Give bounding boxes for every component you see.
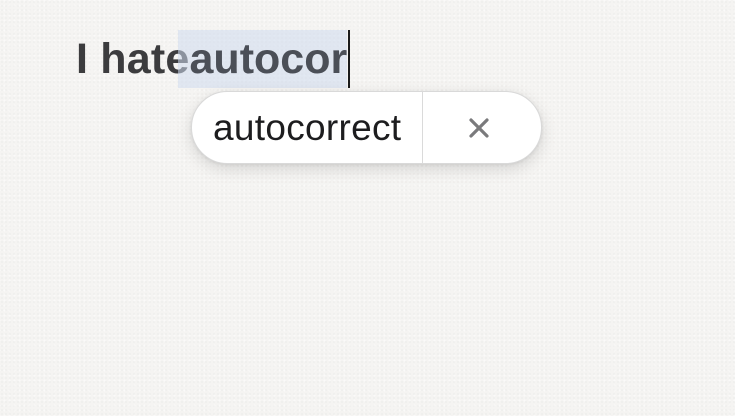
text-line[interactable]: I hate autocor	[76, 30, 351, 88]
dismiss-suggestion-button[interactable]	[423, 92, 541, 163]
misspelled-word-highlight[interactable]: autocor	[177, 30, 348, 88]
text-document[interactable]: { "document": { "text_before": "I hate "…	[0, 0, 735, 416]
text-caret	[348, 30, 351, 88]
typed-text: I hate	[76, 34, 190, 83]
close-icon	[469, 117, 489, 138]
autocorrect-popup: autocorrect	[191, 91, 542, 164]
autocorrect-suggestion[interactable]: autocorrect	[192, 92, 422, 163]
